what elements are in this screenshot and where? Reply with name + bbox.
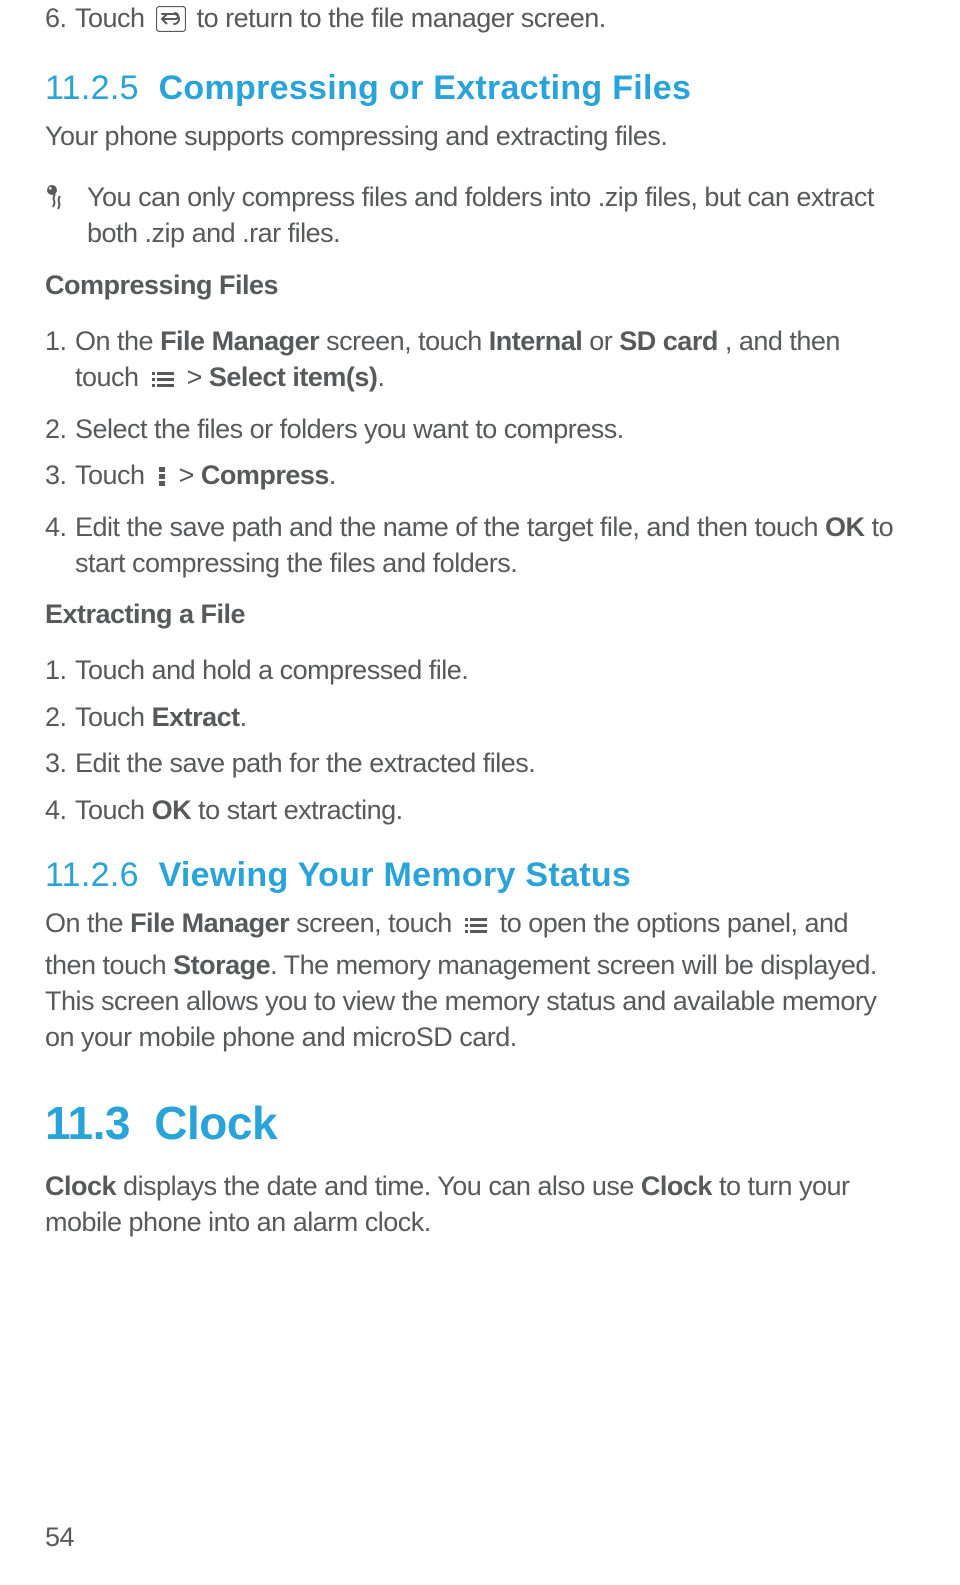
label-compress: Compress bbox=[201, 460, 329, 490]
text: . bbox=[377, 362, 384, 392]
compress-step-4: 4. Edit the save path and the name of th… bbox=[45, 509, 905, 582]
extract-step-2-num: 2. bbox=[45, 699, 75, 735]
label-select-items: Select item(s) bbox=[209, 362, 378, 392]
text: . bbox=[329, 460, 336, 490]
compress-step-2-num: 2. bbox=[45, 411, 75, 447]
step-6-post: to return to the file manager screen. bbox=[197, 3, 606, 33]
text: > bbox=[187, 362, 209, 392]
text: > bbox=[179, 460, 201, 490]
label-sd-card: SD card bbox=[619, 326, 718, 356]
para-113: Clock displays the date and time. You ca… bbox=[45, 1168, 905, 1241]
extract-step-4-num: 4. bbox=[45, 792, 75, 828]
extract-step-4-body: Touch OK to start extracting. bbox=[75, 792, 905, 828]
compress-step-1-body: On the File Manager screen, touch Intern… bbox=[75, 323, 905, 401]
step-6-pre: Touch bbox=[75, 3, 152, 33]
step-6-num: 6. bbox=[45, 0, 75, 36]
extract-step-3-num: 3. bbox=[45, 745, 75, 781]
compress-step-2-text: Select the files or folders you want to … bbox=[75, 411, 905, 447]
heading-compressing: Compressing Files bbox=[45, 270, 905, 301]
overflow-icon bbox=[156, 462, 168, 498]
compress-step-4-body: Edit the save path and the name of the t… bbox=[75, 509, 905, 582]
note-icon bbox=[45, 183, 73, 216]
heading-1125-num: 11.2.5 bbox=[45, 69, 139, 107]
compress-step-3-num: 3. bbox=[45, 457, 75, 493]
heading-1125-title: Compressing or Extracting Files bbox=[159, 69, 692, 107]
label-ok: OK bbox=[825, 512, 865, 542]
menu-icon bbox=[463, 910, 489, 946]
text: screen, touch bbox=[296, 908, 459, 938]
text: Edit the save path and the name of the t… bbox=[75, 512, 825, 542]
compress-step-3: 3. Touch > Compress. bbox=[45, 457, 905, 498]
intro-1125: Your phone supports compressing and extr… bbox=[45, 118, 905, 154]
label-storage: Storage bbox=[173, 950, 270, 980]
extract-step-3-text: Edit the save path for the extracted fil… bbox=[75, 745, 905, 781]
text: . bbox=[240, 702, 247, 732]
label-file-manager: File Manager bbox=[130, 908, 289, 938]
text: On the bbox=[75, 326, 160, 356]
compress-step-3-body: Touch > Compress. bbox=[75, 457, 905, 498]
text: displays the date and time. You can also… bbox=[123, 1171, 641, 1201]
text: On the bbox=[45, 908, 130, 938]
compress-step-1-num: 1. bbox=[45, 323, 75, 359]
label-ok: OK bbox=[152, 795, 192, 825]
heading-113: 11.3 Clock bbox=[45, 1096, 905, 1150]
text: or bbox=[589, 326, 619, 356]
extract-step-1-text: Touch and hold a compressed file. bbox=[75, 652, 905, 688]
compress-step-1: 1. On the File Manager screen, touch Int… bbox=[45, 323, 905, 401]
heading-1125: 11.2.5 Compressing or Extracting Files bbox=[45, 69, 905, 108]
para-1126: On the File Manager screen, touch to ope… bbox=[45, 905, 905, 1056]
text: Touch bbox=[75, 460, 152, 490]
note-1125-text: You can only compress files and folders … bbox=[87, 179, 905, 252]
text: screen, touch bbox=[326, 326, 489, 356]
page-number: 54 bbox=[45, 1522, 74, 1553]
compress-step-2: 2. Select the files or folders you want … bbox=[45, 411, 905, 447]
heading-113-title: Clock bbox=[154, 1097, 277, 1149]
text: Touch bbox=[75, 795, 152, 825]
extract-step-2: 2. Touch Extract. bbox=[45, 699, 905, 735]
heading-1126-num: 11.2.6 bbox=[45, 856, 139, 894]
label-clock: Clock bbox=[45, 1171, 116, 1201]
label-file-manager: File Manager bbox=[160, 326, 319, 356]
extract-step-3: 3. Edit the save path for the extracted … bbox=[45, 745, 905, 781]
step-6: 6. Touch to return to the file manager s… bbox=[45, 0, 905, 41]
compress-step-4-num: 4. bbox=[45, 509, 75, 545]
text: Touch bbox=[75, 702, 152, 732]
text: to start extracting. bbox=[198, 795, 403, 825]
label-extract: Extract bbox=[152, 702, 240, 732]
extract-step-1-num: 1. bbox=[45, 652, 75, 688]
note-1125: You can only compress files and folders … bbox=[45, 179, 905, 252]
heading-extracting: Extracting a File bbox=[45, 599, 905, 630]
heading-1126-title: Viewing Your Memory Status bbox=[159, 856, 632, 894]
heading-113-num: 11.3 bbox=[45, 1097, 130, 1149]
extract-step-1: 1. Touch and hold a compressed file. bbox=[45, 652, 905, 688]
step-6-body: Touch to return to the file manager scre… bbox=[75, 0, 905, 41]
back-icon bbox=[156, 5, 186, 41]
label-clock: Clock bbox=[641, 1171, 712, 1201]
heading-1126: 11.2.6 Viewing Your Memory Status bbox=[45, 856, 905, 895]
label-internal: Internal bbox=[489, 326, 583, 356]
extract-step-2-body: Touch Extract. bbox=[75, 699, 905, 735]
extract-step-4: 4. Touch OK to start extracting. bbox=[45, 792, 905, 828]
menu-icon bbox=[150, 364, 176, 400]
